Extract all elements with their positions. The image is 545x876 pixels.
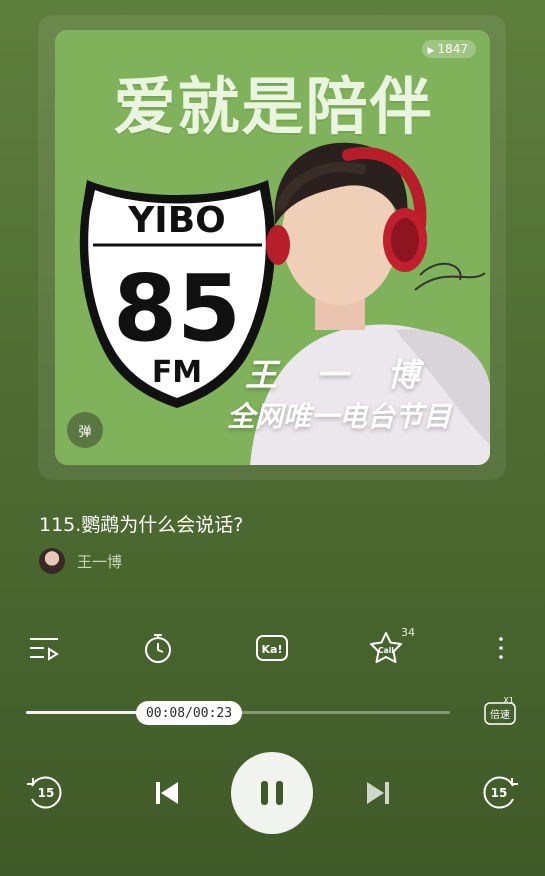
speed-label: 倍速 <box>490 708 510 721</box>
previous-icon <box>156 782 178 804</box>
ka-label: Ka! <box>262 643 283 656</box>
forward-15-icon: 15 <box>483 776 518 809</box>
call-count-badge: 34 <box>401 626 415 639</box>
pause-button[interactable] <box>231 752 313 834</box>
ka-button[interactable]: Ka! <box>252 628 292 668</box>
call-label: Call <box>378 646 394 655</box>
pause-icon <box>261 781 283 805</box>
next-icon <box>367 782 389 804</box>
forward-label: 15 <box>491 786 508 800</box>
shield-bottom-text: FM <box>152 355 202 390</box>
play-count-value: 1847 <box>437 42 468 56</box>
playlist-icon <box>30 638 59 661</box>
progress-time-handle[interactable]: 00:08/00:23 <box>136 701 242 725</box>
ka-icon: Ka! <box>256 635 288 661</box>
rewind-15-button[interactable]: 15 <box>24 772 64 812</box>
playlist-button[interactable] <box>24 628 64 668</box>
danmaku-icon: 弹 <box>78 424 92 440</box>
play-count-icon: ▶ <box>427 46 435 56</box>
call-button[interactable]: Call <box>366 628 406 668</box>
previous-button[interactable] <box>150 776 184 810</box>
danmaku-toggle-button[interactable]: 弹 <box>67 412 103 448</box>
rewind-label: 15 <box>38 786 55 800</box>
program-tagline: 全网唯一电台节目 <box>227 400 452 433</box>
speed-icon: X1 倍速 <box>484 696 516 725</box>
shield-top-text: YIBO <box>127 200 226 241</box>
author-row[interactable]: 王一博 <box>39 548 122 574</box>
next-button[interactable] <box>361 776 395 810</box>
rewind-15-icon: 15 <box>27 776 62 809</box>
album-cover[interactable]: ▶ 1847 爱就是陪伴 YIBO 85 FM 王 一 博 全网唯一电台节目 弹 <box>55 30 490 465</box>
speed-multiplier: X1 <box>503 696 514 705</box>
author-name[interactable]: 王一博 <box>77 551 122 572</box>
host-name-text: 王 一 博 <box>245 356 434 394</box>
timer-icon <box>145 634 171 663</box>
more-icon <box>499 637 503 659</box>
episode-title: 115.鹦鹉为什么会说话? <box>39 514 244 536</box>
playback-controls: 15 15 <box>0 752 545 834</box>
call-star-icon: Call <box>370 632 402 663</box>
sleep-timer-button[interactable] <box>138 628 178 668</box>
more-button[interactable] <box>481 628 521 668</box>
playback-speed-button[interactable]: X1 倍速 <box>484 696 518 726</box>
author-avatar[interactable] <box>39 548 65 574</box>
action-bar: Ka! Call 34 <box>0 626 545 676</box>
forward-15-button[interactable]: 15 <box>481 772 521 812</box>
